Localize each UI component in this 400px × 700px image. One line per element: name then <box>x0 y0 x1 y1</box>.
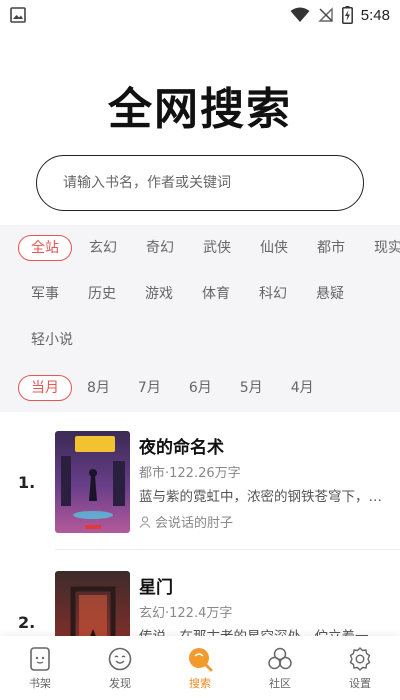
category-row-3: 轻小说 <box>18 327 86 353</box>
month-chip-jun[interactable]: 6月 <box>176 375 225 401</box>
author-name: 会说话的肘子 <box>155 516 234 531</box>
category-chip-kehuan[interactable]: 科幻 <box>246 281 300 307</box>
bookshelf-icon <box>30 646 50 671</box>
book-title[interactable]: 星门 <box>139 573 173 598</box>
search-box[interactable] <box>36 155 364 211</box>
category-chip-dushi[interactable]: 都市 <box>304 235 358 261</box>
image-notification-icon <box>10 7 26 23</box>
nav-search[interactable]: 搜索 <box>170 646 230 691</box>
category-chip-light-novel[interactable]: 轻小说 <box>18 327 86 353</box>
book-description: 蓝与紫的霓虹中，浓密的钢铁苍穹下，数据洪流的前端，是科技革命之后的世界。 <box>139 489 389 505</box>
category-chip-tiyu[interactable]: 体育 <box>189 281 243 307</box>
battery-charging-icon <box>341 6 353 24</box>
book-rank: 2. <box>18 613 36 632</box>
month-chip-current[interactable]: 当月 <box>18 375 72 401</box>
discover-icon <box>108 647 132 670</box>
category-row-1: 全站 玄幻 奇幻 武侠 仙侠 都市 现实 <box>18 235 400 261</box>
status-right: 5:48 <box>290 6 390 24</box>
search-input[interactable] <box>63 175 343 191</box>
month-chip-jul[interactable]: 7月 <box>125 375 174 401</box>
category-chip-youxi[interactable]: 游戏 <box>132 281 186 307</box>
month-chip-apr[interactable]: 4月 <box>278 375 327 401</box>
author-person-icon <box>139 515 151 528</box>
category-chip-all[interactable]: 全站 <box>18 235 72 261</box>
settings-icon <box>349 646 371 671</box>
month-chip-aug[interactable]: 8月 <box>74 375 123 401</box>
month-chip-may[interactable]: 5月 <box>227 375 276 401</box>
nav-search-label: 搜索 <box>189 676 211 690</box>
book-meta: 玄幻·122.4万字 <box>139 606 233 621</box>
category-chip-xianshi[interactable]: 现实 <box>361 235 400 261</box>
clock-time: 5:48 <box>360 6 390 24</box>
page-title: 全网搜索 <box>108 84 292 135</box>
category-chip-wuxia[interactable]: 武侠 <box>190 235 244 261</box>
status-left <box>10 7 26 23</box>
month-row: 当月 8月 7月 6月 5月 4月 <box>18 375 327 401</box>
category-chip-lishi[interactable]: 历史 <box>75 281 129 307</box>
book-rank: 1. <box>18 473 36 492</box>
book-cover[interactable] <box>55 431 130 533</box>
no-signal-icon <box>318 7 333 22</box>
search-icon <box>189 647 213 671</box>
status-bar: 5:48 <box>0 0 400 30</box>
nav-discover-label: 发现 <box>109 676 131 690</box>
community-icon <box>268 647 292 669</box>
book-cover-art <box>55 431 130 533</box>
list-divider <box>55 549 400 550</box>
book-title[interactable]: 夜的命名术 <box>139 433 224 458</box>
category-row-2: 军事 历史 游戏 体育 科幻 悬疑 <box>18 281 357 307</box>
nav-bookshelf[interactable]: 书架 <box>10 646 70 691</box>
nav-discover[interactable]: 发现 <box>90 646 150 691</box>
nav-settings[interactable]: 设置 <box>330 646 390 691</box>
wifi-icon <box>290 7 310 22</box>
category-chip-junshi[interactable]: 军事 <box>18 281 72 307</box>
nav-community-label: 社区 <box>269 676 291 690</box>
nav-settings-label: 设置 <box>349 676 371 690</box>
category-chip-xianxia[interactable]: 仙侠 <box>247 235 301 261</box>
book-meta: 都市·122.26万字 <box>139 466 241 481</box>
category-chip-xuanyi[interactable]: 悬疑 <box>303 281 357 307</box>
category-chip-qihuan[interactable]: 奇幻 <box>133 235 187 261</box>
bottom-nav: 书架 发现 搜索 社区 设置 <box>0 636 400 700</box>
nav-community[interactable]: 社区 <box>250 646 310 691</box>
book-author: 会说话的肘子 <box>139 512 233 531</box>
nav-bookshelf-label: 书架 <box>29 676 51 690</box>
book-list-item[interactable]: 1. 夜的命名术 都市·122.26万字 蓝与紫的霓虹中，浓密的钢铁苍穹下，数据… <box>0 425 400 555</box>
category-chip-xuanhuan[interactable]: 玄幻 <box>76 235 130 261</box>
